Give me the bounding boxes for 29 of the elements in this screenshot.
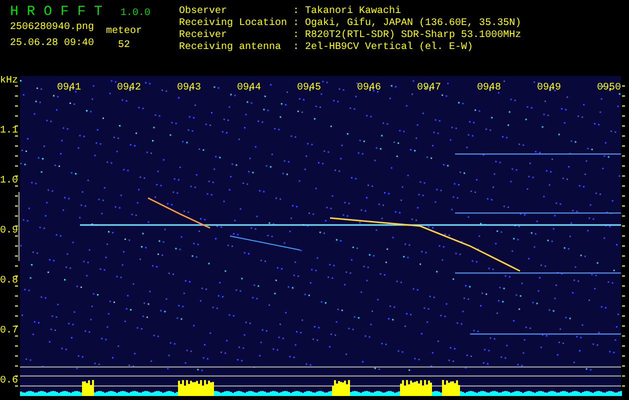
- time-label: 0944: [237, 82, 262, 94]
- info-value: : Takanori Kawachi: [293, 6, 402, 18]
- time-label: 0942: [117, 82, 142, 94]
- frequency-label: 1.0: [0, 176, 18, 187]
- frequency-label: 1.1: [0, 126, 18, 137]
- frequency-label: 0.8: [0, 276, 18, 287]
- info-label: Receiving Location: [179, 18, 288, 30]
- time-label: 0947: [417, 82, 442, 94]
- info-label: Observer: [179, 6, 228, 18]
- file-name: 2506280940.png: [10, 22, 94, 34]
- frequency-label: 0.9: [0, 226, 18, 237]
- meteor-count: 52: [118, 40, 130, 52]
- meteor-label: meteor: [106, 26, 142, 38]
- time-label: 0945: [297, 82, 322, 94]
- info-label: Receiving antenna: [179, 42, 282, 54]
- info-label: Receiver: [179, 30, 228, 42]
- time-label: 0943: [177, 82, 202, 94]
- frequency-label: 0.6: [0, 376, 18, 387]
- app-version: 1.0.0: [120, 8, 150, 19]
- frequency-label: 0.7: [0, 326, 18, 337]
- app-title: H R O F F T: [10, 4, 102, 20]
- info-value: : Ogaki, Gifu, JAPAN (136.60E, 35.35N): [293, 18, 522, 30]
- info-value: : R820T2(RTL-SDR) SDR-Sharp 53.1000MHz: [293, 30, 522, 42]
- date-time: 25.06.28 09:40: [10, 38, 94, 50]
- time-label: 0941: [57, 82, 82, 94]
- info-value: : 2el-HB9CV Vertical (el. E-W): [293, 42, 474, 54]
- time-label: 0949: [537, 82, 562, 94]
- time-label: 0946: [357, 82, 382, 94]
- time-label: 0948: [477, 82, 502, 94]
